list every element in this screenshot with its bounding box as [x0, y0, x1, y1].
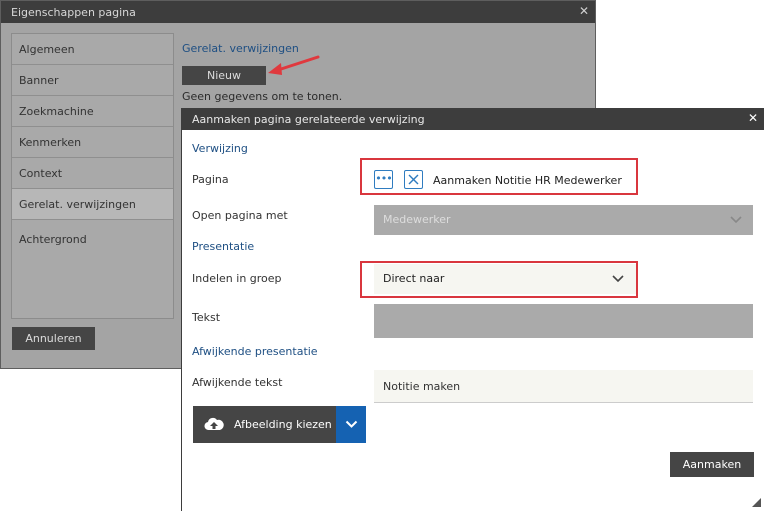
groep-value: Direct naar [383, 272, 445, 285]
cloud-upload-icon [204, 417, 224, 431]
properties-dialog-titlebar: Eigenschappen pagina ✕ [1, 1, 595, 23]
nav-item-context[interactable]: Context [12, 158, 173, 189]
create-link-dialog-title: Aanmaken pagina gerelateerde verwijzing [192, 113, 425, 126]
resize-handle-icon[interactable] [752, 498, 761, 507]
tekst-input[interactable] [374, 304, 753, 338]
open-pagina-value: Medewerker [383, 213, 451, 226]
open-pagina-select[interactable]: Medewerker [374, 205, 753, 235]
afwijkende-tekst-value: Notitie maken [383, 380, 461, 393]
clear-icon[interactable] [404, 170, 423, 189]
pagina-value: Aanmaken Notitie HR Medewerker [433, 174, 622, 187]
afwijkende-tekst-input[interactable]: Notitie maken [374, 370, 753, 403]
open-pagina-label: Open pagina met [192, 209, 288, 222]
afwijkende-tekst-label: Afwijkende tekst [192, 376, 283, 389]
nav-item-achtergrond[interactable]: Achtergrond [12, 224, 173, 255]
tekst-label: Tekst [192, 311, 221, 324]
properties-nav: Algemeen Banner Zoekmachine Kenmerken Co… [11, 33, 174, 319]
choose-image-button[interactable]: Afbeelding kiezen [193, 406, 336, 443]
choose-image-dropdown-button[interactable] [336, 406, 366, 443]
properties-dialog-title: Eigenschappen pagina [11, 6, 136, 19]
close-icon[interactable]: ✕ [579, 4, 589, 18]
groep-label: Indelen in groep [192, 272, 282, 285]
chevron-down-icon [345, 420, 358, 428]
nav-item-kenmerken[interactable]: Kenmerken [12, 127, 173, 158]
create-button[interactable]: Aanmaken [670, 452, 754, 477]
section-afwijkende-presentatie: Afwijkende presentatie [192, 345, 318, 358]
chevron-down-icon [730, 216, 742, 224]
groep-select[interactable]: Direct naar [374, 264, 636, 294]
pagina-label: Pagina [192, 173, 229, 186]
nav-item-gerelat-verwijzingen[interactable]: Gerelat. verwijzingen [12, 189, 173, 220]
nav-item-zoekmachine[interactable]: Zoekmachine [12, 96, 173, 127]
close-icon[interactable]: ✕ [748, 111, 758, 125]
create-link-dialog: Aanmaken pagina gerelateerde verwijzing … [181, 108, 764, 511]
section-presentatie: Presentatie [192, 240, 255, 253]
section-verwijzing: Verwijzing [192, 142, 248, 155]
nav-item-banner[interactable]: Banner [12, 65, 173, 96]
cancel-button[interactable]: Annuleren [12, 327, 95, 350]
nav-item-algemeen[interactable]: Algemeen [12, 34, 173, 65]
more-icon[interactable]: ••• [374, 170, 393, 189]
new-button[interactable]: Nieuw [182, 66, 266, 85]
empty-state-text: Geen gegevens om te tonen. [182, 90, 343, 103]
chevron-down-icon [612, 275, 624, 283]
choose-image-label: Afbeelding kiezen [234, 418, 332, 431]
create-link-dialog-titlebar: Aanmaken pagina gerelateerde verwijzing … [182, 108, 764, 130]
annotation-arrow-icon [268, 55, 320, 75]
